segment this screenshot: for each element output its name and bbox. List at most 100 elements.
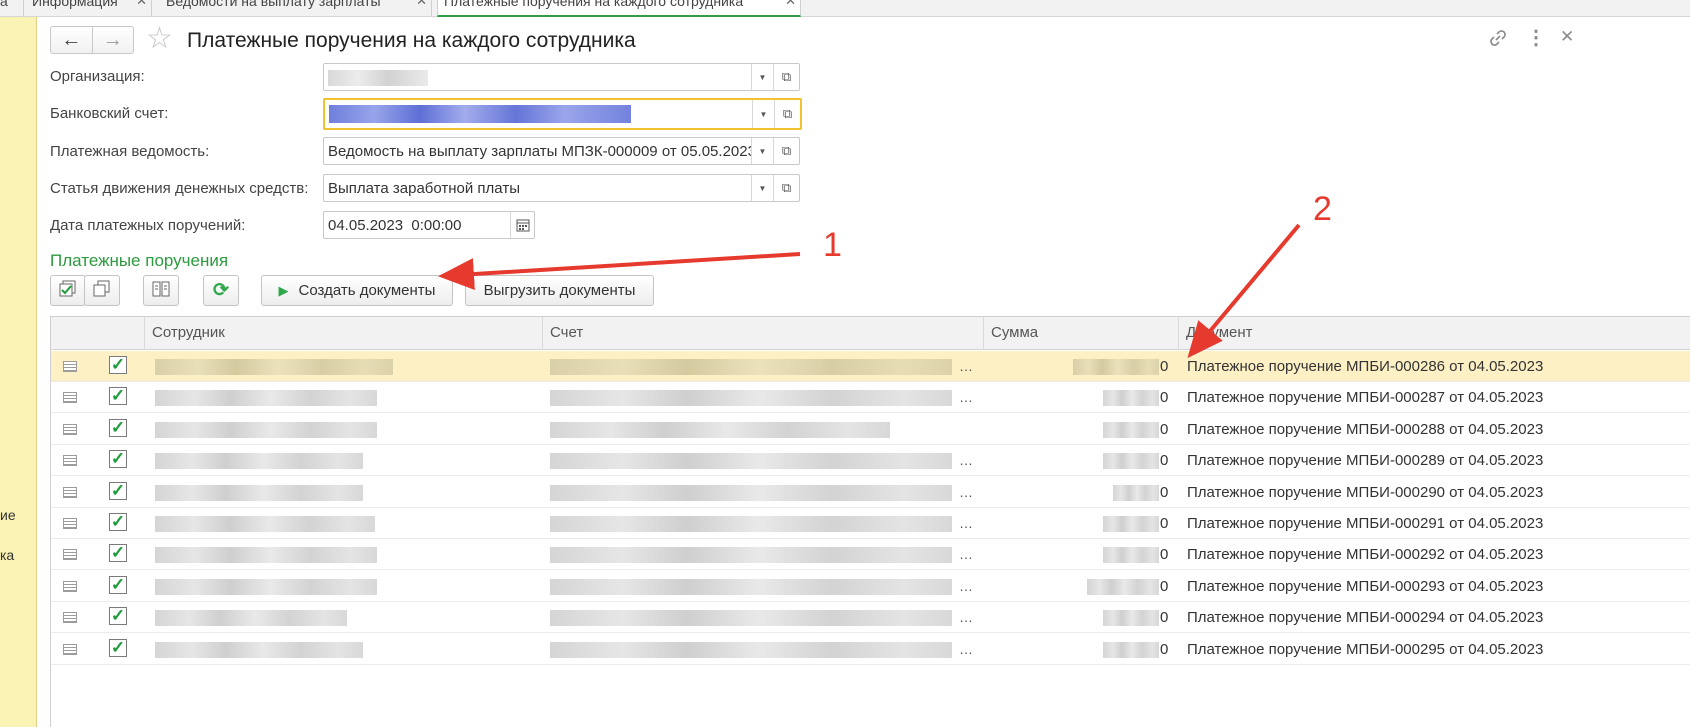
sum-cell-digit: 0	[1160, 420, 1169, 438]
column-header-document[interactable]: Документ	[1178, 317, 1690, 350]
export-documents-label: Выгрузить документы	[483, 282, 636, 299]
create-documents-label: Создать документы	[298, 282, 436, 299]
sum-cell-digit: 0	[1160, 515, 1169, 532]
row-document-icon[interactable]	[63, 518, 77, 529]
table-row[interactable]: ✓ … 0 Платежное поручение МПБИ-000291 от 04…	[51, 508, 1690, 539]
row-checkbox[interactable]: ✓	[109, 356, 127, 374]
table-row[interactable]: ✓ … 0 Платежное поручение МПБИ-000289 от 04…	[51, 445, 1690, 477]
close-icon[interactable]: ✕	[785, 0, 796, 7]
sum-cell-digit: 0	[1160, 609, 1169, 627]
row-document-icon[interactable]	[63, 392, 77, 404]
uncheck-all-button[interactable]	[84, 275, 120, 306]
organization-field[interactable]: ▼ ⧉	[323, 63, 800, 91]
close-icon[interactable]: ✕	[1560, 28, 1574, 45]
date-value: 04.05.2023 0:00:00	[328, 216, 462, 234]
annotation-arrow-1	[438, 252, 801, 291]
document-link[interactable]: Платежное поручение МПБИ-000289 от 04.05…	[1187, 445, 1559, 476]
bank-account-field[interactable]: ▼ ⧉	[323, 98, 802, 130]
link-icon[interactable]	[1488, 28, 1508, 52]
export-documents-button[interactable]: Выгрузить документы	[465, 275, 654, 306]
row-checkbox[interactable]: ✓	[109, 387, 127, 406]
create-documents-button[interactable]: ▶ Создать документы	[261, 275, 453, 306]
document-link[interactable]: Платежное поручение МПБИ-000288 от 04.05…	[1187, 414, 1559, 445]
account-cell-redacted	[550, 610, 952, 627]
arrow-left-icon[interactable]: ←	[51, 27, 92, 53]
document-link[interactable]: Платежное поручение МПБИ-000286 от 04.05…	[1187, 351, 1559, 382]
document-link[interactable]: Платежное поручение МПБИ-000287 от 04.05…	[1187, 382, 1559, 413]
row-document-icon[interactable]	[63, 549, 77, 561]
table-row[interactable]: ✓ … 0 Платежное поручение МПБИ-000287 от 04…	[51, 382, 1690, 414]
close-icon[interactable]: ✕	[136, 0, 147, 7]
left-panel-item[interactable]: ие	[0, 507, 16, 523]
tab-information[interactable]: Информация ✕	[26, 0, 152, 17]
row-document-icon[interactable]	[63, 643, 77, 655]
row-checkbox[interactable]: ✓	[109, 575, 127, 594]
document-link[interactable]: Платежное поручение МПБИ-000295 от 04.05…	[1187, 634, 1559, 665]
columns-settings-button[interactable]	[143, 275, 179, 306]
open-icon[interactable]: ⧉	[773, 138, 799, 164]
refresh-button[interactable]: ⟳	[203, 275, 239, 306]
chevron-down-icon[interactable]: ▼	[751, 175, 773, 201]
chevron-down-icon[interactable]: ▼	[751, 138, 773, 164]
row-checkbox[interactable]: ✓	[109, 513, 127, 531]
document-link[interactable]: Платежное поручение МПБИ-000292 от 04.05…	[1187, 539, 1559, 570]
row-document-icon[interactable]	[63, 612, 77, 624]
table-row[interactable]: ✓ … 0 Платежное поручение МПБИ-000293 от 04…	[51, 571, 1690, 602]
open-icon[interactable]: ⧉	[773, 64, 799, 90]
table-row[interactable]: ✓ 0 Платежное поручение МПБИ-000288 от 04.…	[51, 414, 1690, 445]
close-icon[interactable]: ✕	[416, 0, 427, 7]
document-link[interactable]: Платежное поручение МПБИ-000293 от 04.05…	[1187, 571, 1559, 602]
redacted-value	[329, 105, 631, 124]
tab-payment-orders[interactable]: Платежные поручения на каждого сотрудник…	[437, 0, 801, 17]
document-link[interactable]: Платежное поручение МПБИ-000294 от 04.05…	[1187, 602, 1559, 633]
truncation-ellipsis: …	[959, 515, 973, 531]
table-row[interactable]: ✓ … 0 Платежное поручение МПБИ-000295 от 04…	[51, 634, 1690, 665]
row-checkbox[interactable]: ✓	[109, 481, 127, 500]
document-link[interactable]: Платежное поручение МПБИ-000291 от 04.05…	[1187, 508, 1559, 539]
column-header-employee[interactable]: Сотрудник	[144, 317, 542, 350]
table-row[interactable]: ✓ … 0 Платежное поручение МПБИ-000292 от 04…	[51, 539, 1690, 571]
table-row[interactable]: ✓ … 0 Платежное поручение МПБИ-000294 от 04…	[51, 602, 1690, 634]
open-icon[interactable]: ⧉	[773, 175, 799, 201]
row-checkbox[interactable]: ✓	[109, 607, 127, 626]
truncation-ellipsis: …	[959, 452, 973, 469]
row-checkbox[interactable]: ✓	[109, 418, 127, 437]
left-panel-item[interactable]: ка	[0, 547, 14, 563]
statement-value: Ведомость на выплату зарплаты МПЗК-00000…	[328, 142, 751, 160]
annotation-label-1: 1	[823, 226, 842, 264]
sum-cell-redacted	[1103, 610, 1159, 627]
tab-payroll-statements[interactable]: Ведомости на выплату зарплаты ✕	[160, 0, 432, 17]
row-checkbox[interactable]: ✓	[109, 544, 127, 563]
date-field[interactable]: 04.05.2023 0:00:00	[323, 211, 535, 239]
column-header-account[interactable]: Счет	[542, 317, 983, 350]
open-icon[interactable]: ⧉	[774, 100, 800, 128]
calendar-icon[interactable]	[510, 212, 534, 238]
row-checkbox[interactable]: ✓	[109, 450, 127, 469]
arrow-right-icon[interactable]: →	[91, 27, 134, 53]
chevron-down-icon[interactable]: ▼	[752, 100, 774, 128]
redacted-value	[328, 69, 428, 86]
tab-fragment[interactable]: а	[0, 0, 24, 17]
star-icon[interactable]: ☆	[146, 24, 173, 54]
row-document-icon[interactable]	[63, 580, 77, 592]
sum-cell-redacted	[1103, 453, 1159, 470]
payment-orders-table[interactable]: Сотрудник Счет Сумма Документ ✓ … 0 Платежн…	[50, 316, 1690, 727]
chevron-down-icon[interactable]: ▼	[751, 64, 773, 90]
column-header-sum[interactable]: Сумма	[983, 317, 1178, 350]
table-row[interactable]: ✓ … 0 Платежное поручение МПБИ-000286 от 04…	[51, 351, 1690, 382]
employee-cell-redacted	[155, 421, 377, 438]
document-link[interactable]: Платежное поручение МПБИ-000290 от 04.05…	[1187, 477, 1559, 508]
row-document-icon[interactable]	[63, 486, 77, 498]
row-checkbox[interactable]: ✓	[109, 638, 127, 657]
row-document-icon[interactable]	[63, 423, 77, 435]
sum-cell-redacted	[1103, 421, 1159, 438]
row-document-icon[interactable]	[63, 455, 77, 467]
more-vertical-icon[interactable]: ⋮	[1526, 28, 1546, 48]
check-all-button[interactable]	[50, 275, 86, 306]
sum-cell-digit: 0	[1160, 358, 1169, 375]
statement-field[interactable]: Ведомость на выплату зарплаты МПЗК-00000…	[323, 137, 800, 165]
row-document-icon[interactable]	[63, 361, 77, 372]
table-row[interactable]: ✓ … 0 Платежное поручение МПБИ-000290 от 04…	[51, 477, 1690, 508]
cashflow-field[interactable]: Выплата заработной платы ▼ ⧉	[323, 174, 800, 202]
table-header: Сотрудник Счет Сумма Документ	[51, 317, 1690, 350]
